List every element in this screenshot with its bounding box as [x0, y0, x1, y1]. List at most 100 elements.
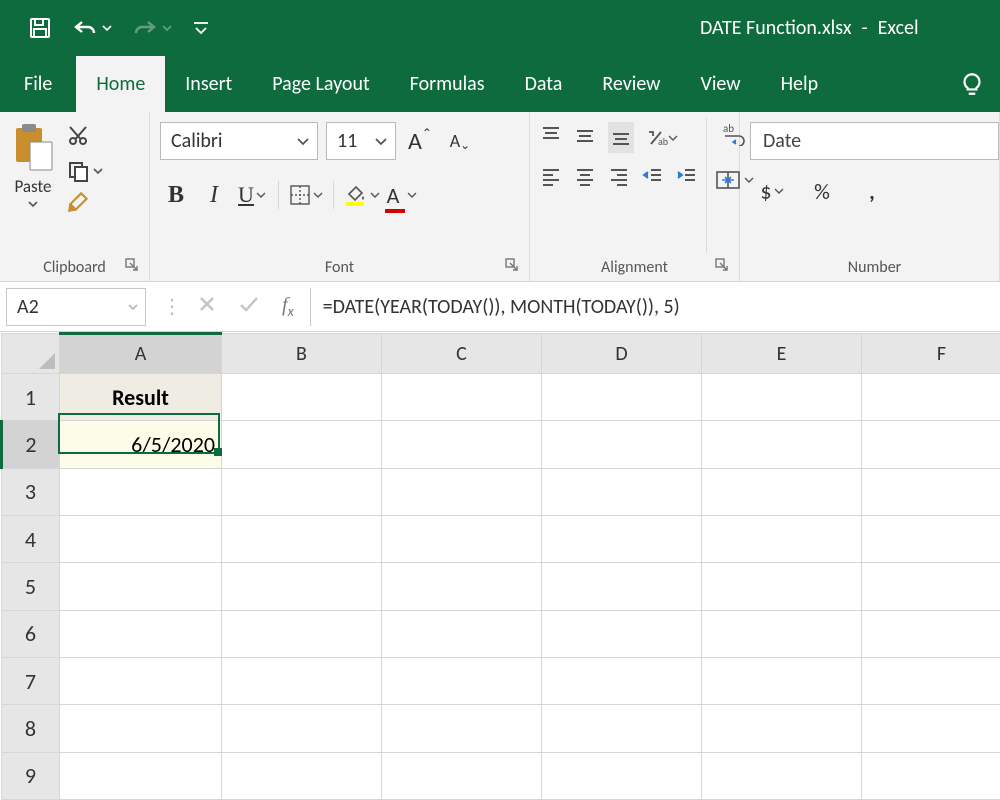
comma-style-button[interactable]: ,	[856, 174, 888, 208]
column-header-A[interactable]: A	[60, 334, 222, 374]
format-painter-icon[interactable]	[66, 189, 103, 220]
fx-dots-icon[interactable]: ⋮	[162, 294, 182, 319]
column-header-B[interactable]: B	[222, 334, 382, 374]
cell-E5[interactable]	[702, 563, 862, 610]
fill-color-button[interactable]	[344, 178, 380, 212]
undo-button[interactable]	[72, 17, 112, 39]
insert-function-icon[interactable]: fx	[282, 294, 294, 320]
copy-button[interactable]	[66, 159, 103, 183]
align-bottom-icon[interactable]	[608, 122, 634, 153]
cell-F5[interactable]	[862, 563, 1000, 610]
font-color-button[interactable]: A	[386, 178, 418, 212]
cell-B7[interactable]	[222, 657, 382, 704]
cell-B2[interactable]	[222, 421, 382, 468]
percent-style-button[interactable]: %	[806, 174, 838, 208]
align-top-icon[interactable]	[540, 124, 562, 151]
cell-B8[interactable]	[222, 705, 382, 752]
cell-D3[interactable]	[542, 468, 702, 515]
align-middle-icon[interactable]	[574, 124, 596, 151]
cell-F1[interactable]	[862, 374, 1000, 421]
cell-B5[interactable]	[222, 563, 382, 610]
align-left-icon[interactable]	[540, 165, 562, 192]
accounting-format-button[interactable]: $	[756, 174, 788, 208]
cell-C4[interactable]	[382, 515, 542, 562]
cell-A3[interactable]	[60, 468, 222, 515]
cell-C6[interactable]	[382, 610, 542, 657]
cell-E4[interactable]	[702, 515, 862, 562]
increase-font-icon[interactable]: A⌃	[404, 124, 436, 158]
row-header-7[interactable]: 7	[2, 657, 60, 704]
tab-file[interactable]: File	[0, 56, 76, 112]
cell-E3[interactable]	[702, 468, 862, 515]
cancel-formula-icon[interactable]	[198, 295, 216, 319]
cell-A8[interactable]	[60, 705, 222, 752]
tab-help[interactable]: Help	[761, 56, 839, 112]
cell-F8[interactable]	[862, 705, 1000, 752]
tab-page-layout[interactable]: Page Layout	[252, 56, 389, 112]
tab-insert[interactable]: Insert	[165, 56, 252, 112]
cell-D1[interactable]	[542, 374, 702, 421]
redo-button[interactable]	[132, 17, 172, 39]
row-header-1[interactable]: 1	[2, 374, 60, 421]
cell-F6[interactable]	[862, 610, 1000, 657]
cell-F2[interactable]	[862, 421, 1000, 468]
italic-button[interactable]: I	[198, 178, 230, 212]
clipboard-launcher-icon[interactable]	[125, 258, 139, 277]
cell-C9[interactable]	[382, 752, 542, 799]
cell-C3[interactable]	[382, 468, 542, 515]
cell-C8[interactable]	[382, 705, 542, 752]
cell-E6[interactable]	[702, 610, 862, 657]
cell-C7[interactable]	[382, 657, 542, 704]
cell-A2[interactable]: 6/5/2020	[60, 421, 222, 468]
paste-button[interactable]: Paste	[10, 118, 56, 253]
row-header-2[interactable]: 2	[2, 421, 60, 468]
row-header-4[interactable]: 4	[2, 515, 60, 562]
cell-D2[interactable]	[542, 421, 702, 468]
cell-B6[interactable]	[222, 610, 382, 657]
cell-D8[interactable]	[542, 705, 702, 752]
row-header-9[interactable]: 9	[2, 752, 60, 799]
row-header-3[interactable]: 3	[2, 468, 60, 515]
save-icon[interactable]	[28, 16, 52, 40]
number-format-combo[interactable]: Date	[750, 122, 999, 160]
align-center-icon[interactable]	[574, 165, 596, 192]
cell-A4[interactable]	[60, 515, 222, 562]
bold-button[interactable]: B	[160, 178, 192, 212]
cell-F3[interactable]	[862, 468, 1000, 515]
cell-A6[interactable]	[60, 610, 222, 657]
enter-formula-icon[interactable]	[238, 295, 260, 319]
name-box[interactable]: A2	[6, 288, 146, 326]
cell-C2[interactable]	[382, 421, 542, 468]
column-header-F[interactable]: F	[862, 334, 1000, 374]
tab-formulas[interactable]: Formulas	[390, 56, 505, 112]
formula-input[interactable]: =DATE(YEAR(TODAY()), MONTH(TODAY()), 5)	[310, 288, 1000, 326]
cell-D6[interactable]	[542, 610, 702, 657]
font-launcher-icon[interactable]	[505, 258, 519, 277]
font-size-combo[interactable]: 11	[326, 122, 396, 160]
cell-D4[interactable]	[542, 515, 702, 562]
select-all-corner[interactable]	[2, 334, 60, 374]
cell-D5[interactable]	[542, 563, 702, 610]
column-header-C[interactable]: C	[382, 334, 542, 374]
cell-grid[interactable]: A B C D E F 1 Result 2 6/5/2020 3 4 5 6	[0, 332, 1000, 800]
column-header-D[interactable]: D	[542, 334, 702, 374]
row-header-5[interactable]: 5	[2, 563, 60, 610]
font-name-combo[interactable]: Calibri	[160, 122, 318, 160]
align-right-icon[interactable]	[608, 165, 630, 192]
cell-B3[interactable]	[222, 468, 382, 515]
cell-E8[interactable]	[702, 705, 862, 752]
cell-F4[interactable]	[862, 515, 1000, 562]
cell-D9[interactable]	[542, 752, 702, 799]
alignment-launcher-icon[interactable]	[715, 258, 729, 277]
cell-E9[interactable]	[702, 752, 862, 799]
cell-A1[interactable]: Result	[60, 374, 222, 421]
cell-B9[interactable]	[222, 752, 382, 799]
cell-C5[interactable]	[382, 563, 542, 610]
cell-B4[interactable]	[222, 515, 382, 562]
tab-data[interactable]: Data	[505, 56, 583, 112]
row-header-6[interactable]: 6	[2, 610, 60, 657]
increase-indent-icon[interactable]	[676, 165, 698, 192]
tell-me-icon[interactable]	[944, 56, 1000, 112]
tab-home[interactable]: Home	[76, 56, 165, 112]
cell-F7[interactable]	[862, 657, 1000, 704]
